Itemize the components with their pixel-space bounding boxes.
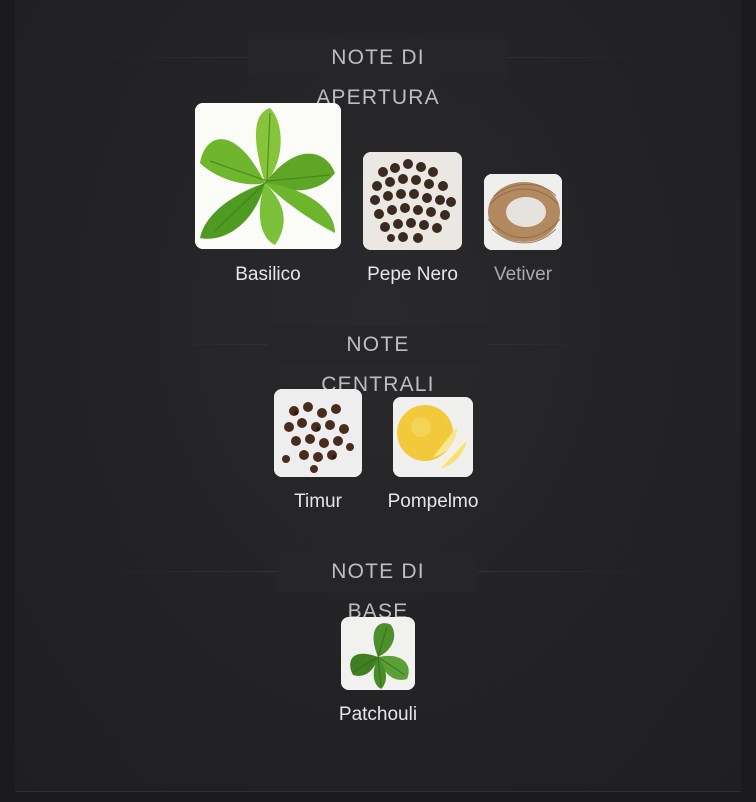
grapefruit-image[interactable] — [393, 397, 473, 477]
timur-pepper-image[interactable] — [274, 389, 362, 477]
basil-leaves-image[interactable] — [195, 103, 341, 249]
note-label: Basilico — [235, 264, 301, 285]
note-label: Pompelmo — [387, 491, 479, 512]
section-header-top-notes: NOTE DI APERTURA — [15, 38, 741, 109]
note-label: Timur — [294, 491, 342, 512]
notes-card: NOTE DI APERTURA Basilico Pepe Nero Veti… — [15, 0, 741, 791]
section-header-base-notes: NOTE DI BASE — [15, 552, 741, 623]
section-header-heart-notes: NOTE CENTRALI — [15, 325, 741, 396]
patchouli-leaves-image[interactable] — [341, 617, 415, 690]
note-label: Vetiver — [493, 264, 553, 285]
note-label: Pepe Nero — [367, 264, 458, 285]
section-title: NOTE DI BASE — [278, 552, 478, 623]
section-title: NOTE CENTRALI — [268, 325, 488, 396]
note-label: Patchouli — [338, 704, 418, 725]
black-pepper-image[interactable] — [363, 152, 462, 250]
section-title: NOTE DI APERTURA — [248, 38, 508, 109]
vetiver-roots-image[interactable] — [484, 174, 562, 250]
divider — [15, 791, 741, 792]
